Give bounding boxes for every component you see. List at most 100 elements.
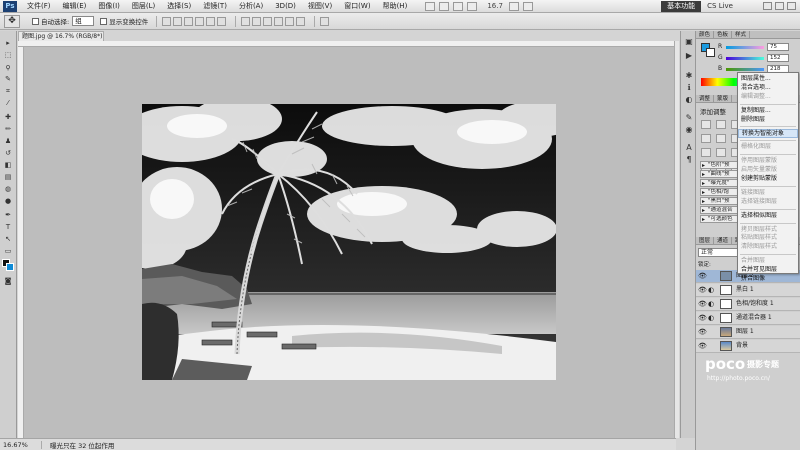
visibility-eye-icon[interactable]: 👁 [698,273,707,280]
cs-live-button[interactable]: CS Live [707,2,733,10]
menu-item-clear-layer-style[interactable]: 清除图层样式 [738,243,798,252]
maximize-button[interactable] [775,2,784,10]
blur-tool-icon[interactable]: ◍ [2,185,14,194]
menu-item-disable-layer-mask[interactable]: 停用图层蒙版 [738,157,798,166]
beach-photo[interactable] [142,104,556,380]
layer-name[interactable]: 黑白 1 [736,286,754,294]
menu-3d[interactable]: 3D(D) [269,0,302,13]
path-selection-tool-icon[interactable]: ↖ [2,235,14,244]
background-color[interactable] [706,48,715,57]
tab-layers[interactable]: 图层 [696,237,715,244]
tab-masks[interactable]: 蒙版 [714,95,733,102]
history-icon[interactable]: ▣ [684,37,694,46]
lasso-tool-icon[interactable]: ϙ [2,63,14,72]
menu-window[interactable]: 窗口(W) [338,0,376,13]
menu-item-edit-adjustment[interactable]: 编辑调整... [738,93,798,102]
color-balance-icon[interactable] [701,148,711,157]
menu-item-convert-to-smart-object[interactable]: 转换为智能对象 [738,129,798,139]
crop-tool-icon[interactable]: ⌗ [2,87,14,96]
preset-levels[interactable]: "色阶"预 [700,161,742,169]
auto-align-icon[interactable] [320,16,330,26]
dodge-tool-icon[interactable]: ● [2,197,14,206]
menu-item-merge-layers[interactable]: 合并图层 [738,257,798,266]
distribute-vcenter-icon[interactable] [252,16,262,26]
hand-tool-icon[interactable] [453,1,464,11]
black-white-icon[interactable] [715,148,726,157]
healing-brush-tool-icon[interactable]: ✚ [2,113,14,122]
close-button[interactable] [787,2,796,10]
visibility-eye-icon[interactable]: 👁 [698,315,707,322]
align-left-icon[interactable] [195,16,205,26]
green-value-field[interactable]: 152 [767,54,789,62]
distribute-hcenter-icon[interactable] [285,16,295,26]
pen-tool-icon[interactable]: ✒ [2,211,14,220]
type-tool-icon[interactable]: T [2,223,14,232]
preset-exposure[interactable]: "曝光度" [700,179,742,187]
eraser-tool-icon[interactable]: ◧ [2,161,14,170]
menu-item-link-layers[interactable]: 链接图层 [738,189,798,198]
menu-image[interactable]: 图像(I) [92,0,126,13]
move-tool-icon[interactable]: ✥ [4,14,20,28]
visibility-eye-icon[interactable]: 👁 [698,329,707,336]
clone-source-icon[interactable]: ◉ [684,125,694,134]
align-hcenter-icon[interactable] [206,16,216,26]
visibility-eye-icon[interactable]: 👁 [698,301,707,308]
mini-bridge-icon[interactable] [439,1,450,11]
history-brush-tool-icon[interactable]: ↺ [2,149,14,158]
preset-selective-color[interactable]: "可选颜色 [700,215,742,223]
distribute-top-icon[interactable] [241,16,251,26]
preset-curves[interactable]: "曲线"预 [700,170,742,178]
workspace-button[interactable]: 基本功能 [661,0,702,12]
visibility-eye-icon[interactable]: 👁 [698,287,707,294]
menu-item-blending-options[interactable]: 混合选项... [738,84,798,93]
levels-icon[interactable] [715,120,726,129]
blue-slider[interactable] [726,68,764,71]
visibility-eye-icon[interactable]: 👁 [698,343,707,350]
layer-name[interactable]: 通道混合器 1 [736,314,772,322]
auto-select-checkbox[interactable] [32,17,39,25]
layer-row[interactable]: 👁 ◐ 黑白 1 [696,284,800,297]
eyedropper-tool-icon[interactable]: ⁄ [2,99,14,108]
layer-row[interactable]: 👁 背景 [696,340,800,353]
document-tab[interactable]: 题图.jpg @ 16.7% (RGB/8*) [18,31,104,41]
green-slider[interactable] [726,57,764,60]
marquee-tool-icon[interactable]: ⬚ [2,51,14,60]
quick-mask-icon[interactable]: ◙ [2,277,14,286]
tab-adjustments[interactable]: 调整 [696,95,715,102]
tab-swatches[interactable]: 色板 [714,31,733,38]
brightness-icon[interactable] [701,120,711,129]
layer-name[interactable]: 图层 1 [736,328,754,336]
quick-select-tool-icon[interactable]: ✎ [2,75,14,84]
layer-row[interactable]: 👁 ◐ 通道混合器 1 [696,312,800,325]
minimize-button[interactable] [763,2,772,10]
menu-help[interactable]: 帮助(H) [377,0,414,13]
menu-item-select-similar-layers[interactable]: 选择相似图层 [738,212,798,221]
status-info[interactable]: 曝光只在 32 位起作用 [42,440,114,450]
menu-item-merge-visible[interactable]: 合并可见图层 [738,266,798,275]
navigator-icon[interactable]: ✱ [684,71,694,80]
distribute-right-icon[interactable] [296,16,306,26]
vibrance-icon[interactable] [715,134,726,143]
align-right-icon[interactable] [217,16,227,26]
menu-item-select-linked-layers[interactable]: 选择链接图层 [738,198,798,207]
menu-item-enable-vector-mask[interactable]: 启用矢量蒙版 [738,166,798,175]
menu-layer[interactable]: 图层(L) [126,0,161,13]
zoom-tool-icon[interactable] [467,1,478,11]
align-vcenter-icon[interactable] [173,16,183,26]
paragraph-icon[interactable]: ¶ [684,155,694,164]
menu-item-create-clipping-mask[interactable]: 创建剪贴蒙版 [738,175,798,184]
menu-item-rasterize-layer[interactable]: 栅格化图层 [738,143,798,152]
info-icon[interactable]: ℹ [684,83,694,92]
menu-filter[interactable]: 滤镜(T) [197,0,233,13]
menu-edit[interactable]: 编辑(E) [57,0,93,13]
menu-item-duplicate-layer[interactable]: 复制图层... [738,107,798,116]
arrange-documents-icon[interactable] [508,1,519,11]
layer-row[interactable]: 👁 ◐ 色相/饱和度 1 [696,298,800,311]
distribute-left-icon[interactable] [274,16,284,26]
layer-row[interactable]: 👁 图层 1 [696,326,800,339]
menu-view[interactable]: 视图(V) [302,0,338,13]
move-tool-icon[interactable]: ▸ [2,39,14,48]
menu-analysis[interactable]: 分析(A) [233,0,269,13]
preset-channel-mixer[interactable]: "通道混合 [700,206,742,214]
tab-styles[interactable]: 样式 [732,31,751,38]
